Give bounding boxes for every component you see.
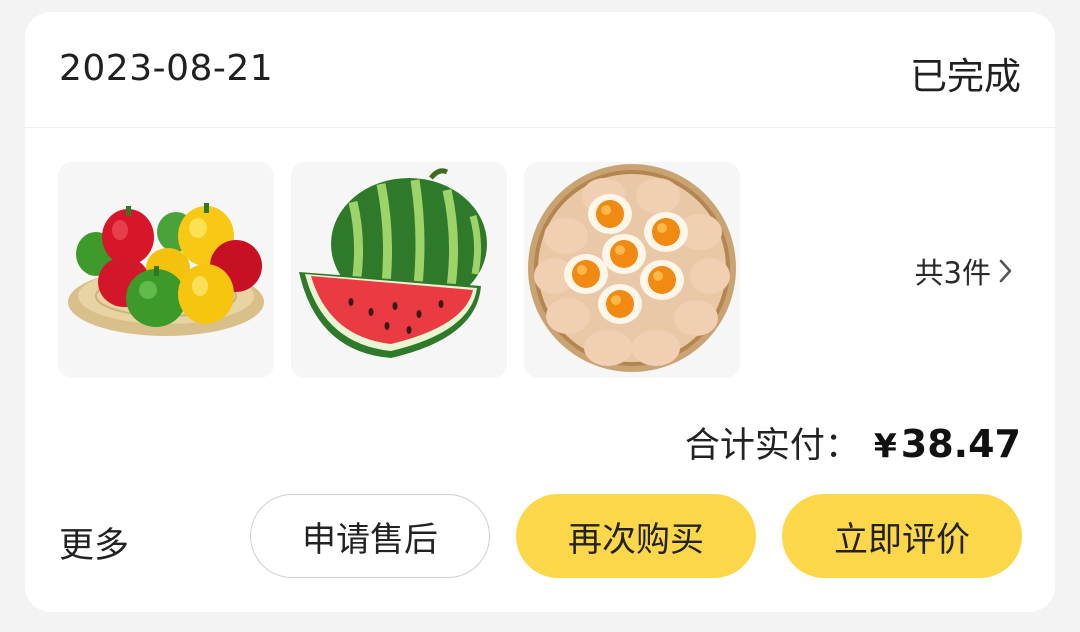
chevron-right-icon [999,259,1012,283]
product-thumb-eggs[interactable] [524,162,740,378]
watermelon-image [299,168,487,358]
order-date: 2023-08-21 [59,48,274,89]
total-amount: 38.47 [900,422,1021,466]
order-total: 合计实付： ¥ 38.47 [685,417,1021,468]
total-currency: ¥ [873,426,897,465]
total-label: 合计实付： [684,426,860,466]
order-card: 2023-08-21 已完成 共3件 合计实付： ¥ 38.47 更多 申请售后… [25,12,1055,612]
review-button[interactable]: 立即评价 [782,494,1022,578]
product-thumb-peppers[interactable] [58,162,274,378]
item-count: 共3件 [914,256,991,290]
eggs-basket-image [528,164,736,372]
after-sales-button[interactable]: 申请售后 [250,494,490,578]
rebuy-button[interactable]: 再次购买 [516,494,756,578]
order-status: 已完成 [910,55,1021,98]
order-header: 2023-08-21 已完成 [25,12,1055,128]
product-thumb-watermelon[interactable] [291,162,507,378]
more-button[interactable]: 更多 [59,517,129,568]
bell-peppers-image [68,203,264,336]
item-count-link[interactable]: 共3件 [915,250,1015,292]
